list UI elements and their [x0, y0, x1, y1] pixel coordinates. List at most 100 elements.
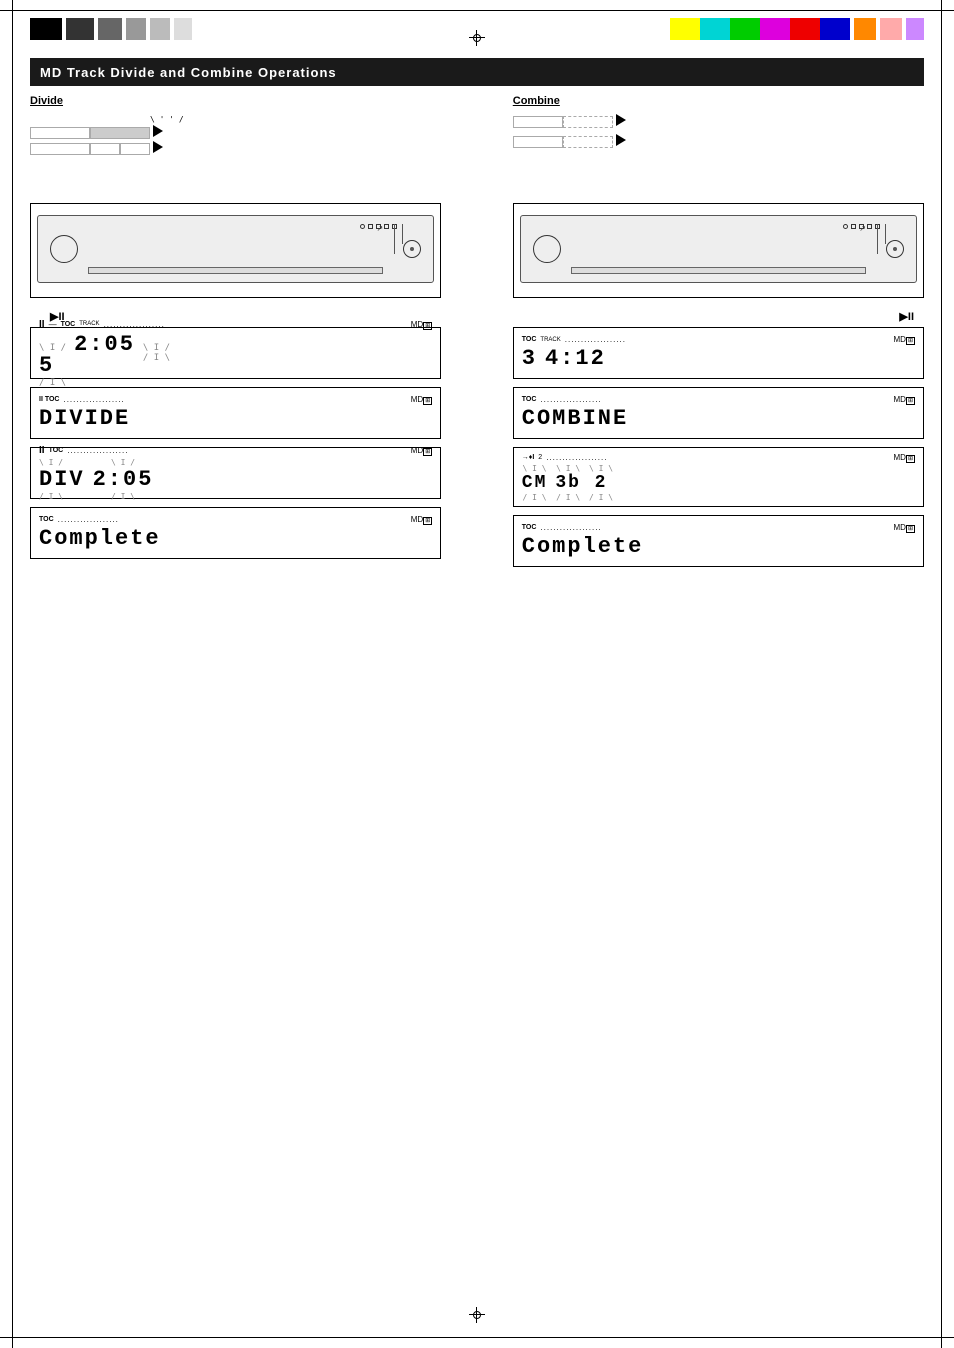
time-slash-bot: / I \: [111, 492, 135, 501]
btn-2: [368, 224, 373, 229]
divide-track-row-2: [30, 142, 441, 156]
device-arrows-r: ↗: [859, 224, 866, 233]
dots-c1: ...................: [565, 335, 626, 344]
complete-text-left: Complete: [39, 526, 161, 551]
dots-c2: ...................: [540, 395, 601, 404]
slash-top: \ I /: [39, 343, 66, 353]
line-1: [394, 224, 395, 254]
num-c3: 2: [538, 454, 542, 461]
combine-lcd-3: →♦I 2 ................... MD⊞ \ I \ CM /…: [513, 447, 924, 507]
btn-4: [384, 224, 389, 229]
divide-lcd-2: II TOC ................... MD⊞ DIVIDE: [30, 387, 441, 439]
2-slash-top: \ I \: [589, 464, 613, 473]
jog-dial: [403, 240, 421, 258]
toc-label-c4: TOC: [522, 524, 537, 531]
device-circle: [50, 235, 78, 263]
track-label-c1: TRACK: [540, 337, 560, 343]
cm-slash-top: \ I \: [522, 464, 548, 473]
toc-label-c2: TOC: [522, 396, 537, 403]
divide-device-box: ↗: [30, 203, 441, 298]
jog-dial-r: [886, 240, 904, 258]
device-body-right: ↗: [520, 215, 917, 283]
3b-slash-top: \ I \: [555, 464, 581, 473]
toc-label-1: TOC: [61, 321, 76, 328]
arrow-icon: [153, 125, 163, 137]
3b-slash-bot: / I \: [555, 493, 581, 502]
device-arrows: ↗: [377, 224, 384, 233]
divide-label: Divide: [30, 95, 441, 107]
border-top: [0, 10, 954, 11]
combine-track-row-2: [513, 135, 924, 149]
md-badge-3: MD⊞: [411, 446, 432, 455]
combine-device: ↗: [520, 210, 917, 290]
jog-center-r: [893, 247, 897, 251]
arrow-icon-2: [153, 141, 163, 153]
2-slash-bot: / I \: [589, 493, 613, 502]
device-circle-r: [533, 235, 561, 263]
md-badge-c1: MD⊞: [894, 335, 915, 344]
dots-3: ...................: [67, 446, 128, 455]
md-badge-2: MD⊞: [411, 395, 432, 404]
toc-label-c1: TOC: [522, 336, 537, 343]
cm-slash-bot: / I \: [522, 493, 548, 502]
toc-label-2: II TOC: [39, 396, 59, 403]
3b-text: 3b: [555, 473, 581, 493]
rbtn-4: [867, 224, 872, 229]
divide-device: ↗: [37, 210, 434, 290]
combine-section: Combine: [513, 95, 924, 575]
slash-right: \ I / / I \: [143, 343, 170, 363]
header-title: MD Track Divide and Combine Operations: [40, 65, 337, 80]
dots-2: ...................: [63, 395, 124, 404]
div-text: DIV: [39, 467, 85, 492]
divide-track-row-1: [30, 126, 441, 140]
combine-lcd-1: TOC TRACK ................... MD⊞ 3 4:12: [513, 327, 924, 379]
line-2: [402, 224, 403, 244]
track-num-c1: 3: [522, 346, 537, 371]
combine-track-diagram: [513, 115, 924, 195]
divide-track-diagram: \ ' ' /: [30, 115, 441, 195]
time-display-1: 2:05: [74, 332, 135, 357]
md-badge-c4: MD⊞: [894, 523, 915, 532]
dots-4: ...................: [58, 515, 119, 524]
combine-play-label: ▶II: [513, 310, 924, 323]
combine-label: Combine: [513, 95, 924, 107]
divide-lcd-1: II — TOC TRACK ................... MD⊞ \…: [30, 327, 441, 379]
border-left: [12, 0, 13, 1348]
track-label-1: TRACK: [79, 321, 99, 327]
track-num-1: 5: [39, 353, 66, 378]
rline-1: [877, 224, 878, 254]
md-badge-4: MD⊞: [411, 515, 432, 524]
pause-indicator-2: II: [39, 445, 45, 456]
2-text: 2: [589, 473, 613, 493]
divide-section: Divide \ ' ' /: [30, 95, 441, 567]
complete-text-right: Complete: [522, 534, 644, 559]
md-badge-1: MD⊞: [411, 320, 432, 329]
toc-label-c3: →♦I: [522, 454, 535, 461]
tape-slot-r: [571, 267, 866, 274]
combine-arrow-1: [616, 114, 626, 126]
dots-1: ...................: [104, 320, 165, 329]
div-slash-bot: / I \: [39, 492, 85, 501]
dots-c4: ...................: [540, 523, 601, 532]
rbtn-2: [851, 224, 856, 229]
pause-indicator: II: [39, 319, 45, 330]
divide-text: DIVIDE: [39, 406, 130, 431]
divide-lcd-complete: TOC ................... MD⊞ Complete: [30, 507, 441, 559]
toc-label-4: TOC: [39, 516, 54, 523]
top-crosshair: [469, 30, 485, 46]
combine-text: COMBINE: [522, 406, 628, 431]
toc-label-3: TOC: [49, 447, 64, 454]
btn-1: [360, 224, 365, 229]
dots-c3: ...................: [546, 453, 607, 462]
time-c1: 4:12: [545, 346, 606, 371]
rline-2: [885, 224, 886, 244]
bottom-crosshair: [469, 1307, 485, 1323]
slash-bot: / I \: [39, 378, 66, 388]
tape-slot: [88, 267, 383, 274]
rbtn-1: [843, 224, 848, 229]
main-content: Divide \ ' ' /: [30, 95, 924, 1328]
combine-lcd-2: TOC ................... MD⊞ COMBINE: [513, 387, 924, 439]
dash: —: [49, 320, 57, 329]
combine-device-box: ↗: [513, 203, 924, 298]
time-slash-top: \ I /: [111, 458, 135, 467]
